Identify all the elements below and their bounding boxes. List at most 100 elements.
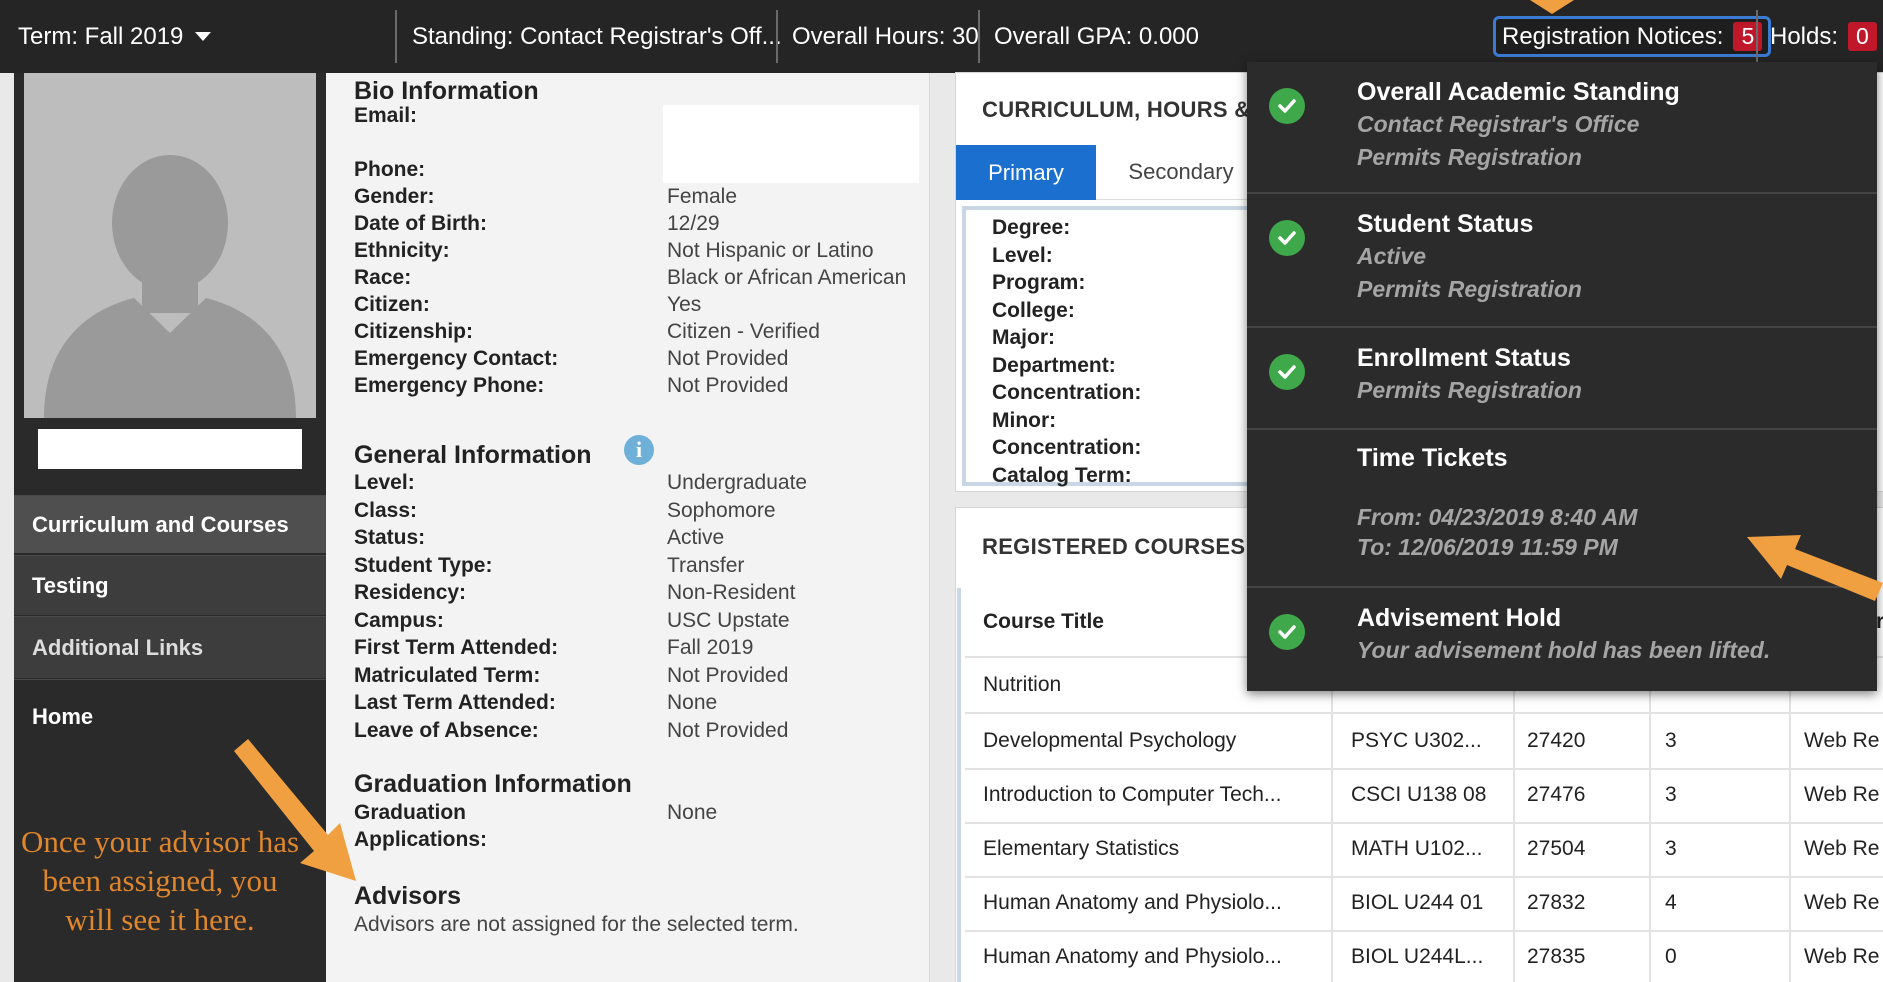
sidebar-item-label: Home bbox=[32, 703, 94, 729]
check-circle-icon bbox=[1269, 354, 1305, 390]
tab-secondary[interactable]: Secondary bbox=[1096, 145, 1266, 200]
column-divider bbox=[1513, 658, 1515, 982]
field-value: Female bbox=[667, 185, 738, 208]
sidebar-item-label: Additional Links bbox=[32, 634, 204, 660]
registration-notices-toggle[interactable]: Registration Notices: 5 bbox=[1493, 16, 1772, 57]
course-crn-cell: 27504 bbox=[1527, 837, 1586, 860]
bio-field-row: Ethnicity: Not Hispanic or Latino bbox=[354, 239, 914, 267]
bio-panel: Bio Information Email: Phone: Gender: Femal… bbox=[326, 73, 930, 982]
sidebar-item-label: Testing bbox=[32, 572, 109, 598]
general-field-row: Last Term Attended: None bbox=[354, 691, 914, 719]
table-row[interactable]: Human Anatomy and Physiolo... BIOL U244L.… bbox=[961, 930, 1883, 982]
field-value: Black or African American bbox=[667, 266, 907, 289]
course-status-cell: Web Re bbox=[1804, 729, 1880, 752]
notice-detail: From: 04/23/2019 8:40 AM bbox=[1357, 504, 1638, 530]
course-subject-cell: CSCI U138 08 bbox=[1351, 783, 1487, 806]
field-value: None bbox=[667, 691, 718, 714]
field-label: Emergency Phone: bbox=[354, 374, 545, 397]
general-field-row: Matriculated Term: Not Provided bbox=[354, 664, 914, 692]
notice-detail: Permits Registration bbox=[1357, 276, 1582, 302]
general-field-row: First Term Attended: Fall 2019 bbox=[354, 636, 914, 664]
field-label: Class: bbox=[354, 498, 418, 522]
tab-primary[interactable]: Primary bbox=[956, 145, 1096, 200]
term-label: Term: Fall 2019 bbox=[18, 22, 184, 50]
notice-item: Enrollment Status Permits Registration bbox=[1247, 328, 1877, 430]
divider bbox=[395, 10, 397, 63]
curriculum-title: CURRICULUM, HOURS & bbox=[982, 97, 1251, 122]
field-label: Residency: bbox=[354, 581, 467, 604]
general-field-row: Residency: Non-Resident bbox=[354, 581, 914, 609]
advisors-message: Advisors are not assigned for the select… bbox=[354, 913, 799, 936]
field-value: Not Provided bbox=[667, 347, 789, 370]
bio-field-row: Race: Black or African American bbox=[354, 266, 914, 294]
curriculum-field-label: Level: bbox=[992, 243, 1053, 267]
table-row[interactable]: Elementary Statistics MATH U102... 27504 3 W… bbox=[961, 822, 1883, 876]
advisors-text: Advisors are not assigned for the select… bbox=[354, 913, 914, 941]
table-row[interactable]: Human Anatomy and Physiolo... BIOL U244 0… bbox=[961, 876, 1883, 930]
field-value: Citizen - Verified bbox=[667, 320, 820, 343]
holds-label: Holds: bbox=[1770, 22, 1839, 50]
field-label: Status: bbox=[354, 526, 426, 549]
curriculum-field-label: Catalog Term: bbox=[992, 463, 1132, 487]
bio-field-row: Citizen: Yes bbox=[354, 293, 914, 321]
field-value: Not Provided bbox=[667, 663, 789, 687]
overall-hours: Overall Hours: 30 bbox=[792, 0, 979, 73]
field-label: Citizen: bbox=[354, 293, 430, 316]
course-title-cell: Introduction to Computer Tech... bbox=[983, 783, 1282, 806]
notice-detail: Your advisement hold has been lifted. bbox=[1357, 637, 1771, 663]
general-field-row: Student Type: Transfer bbox=[354, 554, 914, 582]
field-value: USC Upstate bbox=[667, 608, 790, 632]
general-field-row: Level: Undergraduate bbox=[354, 471, 914, 499]
field-label: Student Type: bbox=[354, 553, 493, 577]
field-label: Email: bbox=[354, 104, 418, 127]
notice-detail: To: 12/06/2019 11:59 PM bbox=[1357, 534, 1618, 560]
course-subject-cell: PSYC U302... bbox=[1351, 729, 1482, 752]
divider bbox=[1756, 10, 1758, 63]
notice-title: Student Status bbox=[1357, 210, 1534, 238]
table-row[interactable]: Developmental Psychology PSYC U302... 2742… bbox=[961, 714, 1883, 768]
field-value: Undergraduate bbox=[667, 471, 808, 494]
course-title-cell: Human Anatomy and Physiolo... bbox=[983, 945, 1282, 968]
curriculum-field-label: Major: bbox=[992, 326, 1055, 349]
field-label: Last Term Attended: bbox=[354, 691, 556, 714]
info-icon[interactable]: i bbox=[624, 435, 654, 465]
field-value: Not Provided bbox=[667, 718, 789, 742]
field-label: Emergency Contact: bbox=[354, 347, 559, 370]
curriculum-field-label: Concentration: bbox=[992, 381, 1142, 404]
notice-title: Advisement Hold bbox=[1357, 604, 1562, 632]
profile-photo-placeholder bbox=[24, 73, 316, 418]
column-header-course-title[interactable]: Course Title bbox=[983, 588, 1104, 656]
course-crn-cell: 27476 bbox=[1527, 783, 1586, 806]
course-subject-cell: BIOL U244L... bbox=[1351, 945, 1484, 968]
curriculum-field-label: College: bbox=[992, 298, 1075, 322]
notice-title: Enrollment Status bbox=[1357, 344, 1571, 372]
field-label: Ethnicity: bbox=[354, 239, 450, 262]
curriculum-field-label: Department: bbox=[992, 353, 1116, 377]
field-value: None bbox=[667, 801, 718, 824]
field-value: Yes bbox=[667, 293, 702, 316]
chevron-down-icon bbox=[195, 32, 212, 41]
curriculum-field-label: Program: bbox=[992, 271, 1086, 294]
notice-item: Overall Academic Standing Contact Registr… bbox=[1247, 62, 1877, 194]
sidebar-item-additional-links[interactable]: Additional Links bbox=[14, 616, 326, 678]
course-crn-cell: 27835 bbox=[1527, 945, 1586, 968]
course-status-cell: Web Re bbox=[1804, 837, 1880, 860]
sidebar-item-curriculum[interactable]: Curriculum and Courses bbox=[14, 495, 326, 553]
field-label: Race: bbox=[354, 266, 412, 289]
overall-gpa: Overall GPA: 0.000 bbox=[994, 0, 1199, 73]
field-value: Sophomore bbox=[667, 498, 776, 522]
notice-detail: Contact Registrar's Office bbox=[1357, 111, 1640, 137]
field-value: Active bbox=[667, 526, 725, 549]
term-selector[interactable]: Term: Fall 2019 bbox=[18, 0, 212, 73]
notice-title: Time Tickets bbox=[1357, 444, 1508, 472]
check-circle-icon bbox=[1269, 88, 1305, 124]
field-value: Not Provided bbox=[667, 374, 789, 397]
curriculum-field-label: Concentration: bbox=[992, 436, 1142, 459]
table-row[interactable]: Introduction to Computer Tech... CSCI U13… bbox=[961, 768, 1883, 822]
course-crn-cell: 27420 bbox=[1527, 729, 1586, 752]
column-divider bbox=[1331, 658, 1333, 982]
divider bbox=[776, 10, 778, 63]
field-value: Fall 2019 bbox=[667, 636, 754, 659]
course-hours-cell: 4 bbox=[1665, 891, 1677, 914]
sidebar-item-testing[interactable]: Testing bbox=[14, 555, 326, 615]
